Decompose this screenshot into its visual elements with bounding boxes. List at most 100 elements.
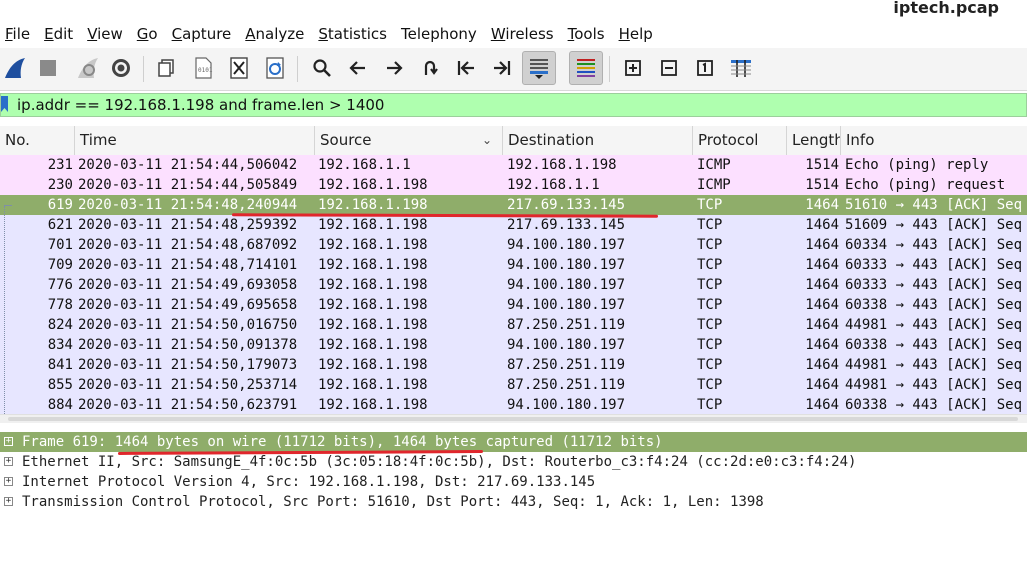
menu-analyze[interactable]: Analyze — [239, 25, 310, 43]
packet-list-horizontal-scrollbar[interactable] — [0, 414, 1027, 423]
open-file-icon[interactable] — [152, 53, 182, 83]
column-header-source[interactable]: Source ⌄ — [315, 126, 503, 155]
scrollbar-thumb[interactable] — [8, 417, 1018, 421]
detail-tree-label: Frame 619: 1464 bytes on wire (11712 bit… — [22, 434, 663, 450]
column-header-protocol[interactable]: Protocol — [693, 126, 787, 155]
cell-no: 701 — [47, 237, 73, 253]
expand-icon[interactable]: + — [4, 457, 13, 466]
cell-time: 2020-03-11 21:54:48,259392 — [78, 217, 298, 233]
detail-tree-item[interactable]: + Transmission Control Protocol, Src Port… — [0, 492, 1027, 512]
cell-dst: 94.100.180.197 — [507, 297, 626, 313]
bookmark-icon[interactable] — [1, 94, 11, 116]
cell-no: 855 — [47, 377, 73, 393]
close-file-icon[interactable] — [224, 53, 254, 83]
cell-time: 2020-03-11 21:54:48,240944 — [78, 197, 298, 213]
table-row[interactable]: 778 2020-03-11 21:54:49,695658 192.168.1.1… — [0, 295, 1027, 315]
table-row[interactable]: 701 2020-03-11 21:54:48,687092 192.168.1.1… — [0, 235, 1027, 255]
packet-list-header: No. Time Source ⌄ Destination Protocol L… — [0, 126, 1027, 156]
expand-icon[interactable]: + — [4, 477, 13, 486]
main-toolbar: 0101 — [0, 48, 1027, 91]
detail-tree-label: Ethernet II, Src: SamsungE_4f:0c:5b (3c:… — [22, 454, 857, 470]
cell-proto: TCP — [697, 217, 723, 233]
cell-info: 60338 → 443 [ACK] Seq — [845, 297, 1023, 313]
expand-icon[interactable]: + — [4, 437, 13, 446]
menu-capture[interactable]: Capture — [166, 25, 238, 43]
cell-info: Echo (ping) reply — [845, 157, 989, 173]
arrow-left-icon[interactable] — [343, 53, 373, 83]
zoom-out-icon[interactable] — [654, 53, 684, 83]
cell-info: 44981 → 443 [ACK] Seq — [845, 317, 1023, 333]
expand-icon[interactable]: + — [4, 497, 13, 506]
cell-info: Echo (ping) request — [845, 177, 1006, 193]
packet-list: No. Time Source ⌄ Destination Protocol L… — [0, 126, 1027, 416]
colorize-icon[interactable] — [569, 51, 603, 85]
toolbar-separator — [143, 56, 144, 82]
cell-src: 192.168.1.1 — [318, 157, 411, 173]
arrow-right-icon[interactable] — [379, 53, 409, 83]
table-row[interactable]: 709 2020-03-11 21:54:48,714101 192.168.1.1… — [0, 255, 1027, 275]
zoom-in-icon[interactable] — [618, 53, 648, 83]
cell-len: 1464 — [805, 357, 839, 373]
table-row[interactable]: 776 2020-03-11 21:54:49,693058 192.168.1.1… — [0, 275, 1027, 295]
menu-go[interactable]: Go — [131, 25, 164, 43]
table-row[interactable]: 841 2020-03-11 21:54:50,179073 192.168.1.1… — [0, 355, 1027, 375]
last-packet-icon[interactable] — [487, 53, 517, 83]
cell-info: 60338 → 443 [ACK] Seq — [845, 397, 1023, 413]
cell-proto: TCP — [697, 337, 723, 353]
detail-tree-item[interactable]: + Ethernet II, Src: SamsungE_4f:0c:5b (3c… — [0, 452, 1027, 472]
cell-no: 709 — [47, 257, 73, 273]
detail-tree-item[interactable]: + Frame 619: 1464 bytes on wire (11712 bi… — [0, 432, 1027, 452]
cell-no: 776 — [47, 277, 73, 293]
menu-file[interactable]: File — [0, 25, 36, 43]
column-header-info[interactable]: Info — [841, 126, 1027, 155]
table-row[interactable]: 231 2020-03-11 21:54:44,506042 192.168.1.1… — [0, 155, 1027, 175]
cell-proto: TCP — [697, 237, 723, 253]
menu-view[interactable]: View — [81, 25, 129, 43]
sort-chevron-down-icon: ⌄ — [481, 133, 492, 147]
cell-len: 1464 — [805, 377, 839, 393]
shark-fin-icon[interactable] — [0, 53, 30, 83]
table-row[interactable]: 621 2020-03-11 21:54:48,259392 192.168.1.1… — [0, 215, 1027, 235]
cell-time: 2020-03-11 21:54:50,016750 — [78, 317, 298, 333]
reload-icon[interactable] — [260, 53, 290, 83]
cell-info: 44981 → 443 [ACK] Seq — [845, 377, 1023, 393]
table-row[interactable]: 824 2020-03-11 21:54:50,016750 192.168.1.1… — [0, 315, 1027, 335]
detail-tree-item[interactable]: + Internet Protocol Version 4, Src: 192.1… — [0, 472, 1027, 492]
zoom-normal-icon[interactable] — [690, 53, 720, 83]
search-icon[interactable] — [307, 53, 337, 83]
restart-fin-icon[interactable] — [73, 53, 103, 83]
display-filter-input[interactable] — [17, 95, 1007, 115]
cell-info: 60333 → 443 [ACK] Seq — [845, 277, 1023, 293]
column-header-no[interactable]: No. — [0, 126, 75, 155]
cell-proto: ICMP — [697, 157, 731, 173]
cell-len: 1464 — [805, 397, 839, 413]
menu-help[interactable]: Help — [613, 25, 659, 43]
cell-proto: ICMP — [697, 177, 731, 193]
menu-wireless[interactable]: Wireless — [485, 25, 560, 43]
column-header-destination[interactable]: Destination — [503, 126, 693, 155]
menu-telephony[interactable]: Telephony — [395, 25, 483, 43]
cell-len: 1464 — [805, 297, 839, 313]
file-icon[interactable]: 0101 — [188, 53, 218, 83]
table-row[interactable]: 855 2020-03-11 21:54:50,253714 192.168.1.1… — [0, 375, 1027, 395]
autoscroll-icon[interactable] — [522, 51, 556, 85]
table-row[interactable]: 230 2020-03-11 21:54:44,505849 192.168.1.1… — [0, 175, 1027, 195]
gear-icon[interactable] — [106, 53, 136, 83]
resize-columns-icon[interactable] — [726, 53, 756, 83]
table-row[interactable]: 834 2020-03-11 21:54:50,091378 192.168.1.1… — [0, 335, 1027, 355]
column-header-time[interactable]: Time — [75, 126, 315, 155]
column-header-length[interactable]: Length — [787, 126, 841, 155]
cell-time: 2020-03-11 21:54:44,506042 — [78, 157, 298, 173]
table-row-selected[interactable]: 619 2020-03-11 21:54:48,240944 192.168.1.1… — [0, 195, 1027, 215]
menu-statistics[interactable]: Statistics — [312, 25, 393, 43]
table-row[interactable]: 884 2020-03-11 21:54:50,623791 192.168.1.1… — [0, 395, 1027, 415]
cell-len: 1464 — [805, 237, 839, 253]
first-packet-icon[interactable] — [451, 53, 481, 83]
menu-edit[interactable]: Edit — [38, 25, 79, 43]
cell-len: 1464 — [805, 197, 839, 213]
cell-time: 2020-03-11 21:54:50,623791 — [78, 397, 298, 413]
go-to-packet-icon[interactable] — [415, 53, 445, 83]
menu-tools[interactable]: Tools — [562, 25, 611, 43]
stop-icon[interactable] — [33, 53, 63, 83]
cell-info: 51609 → 443 [ACK] Seq — [845, 217, 1023, 233]
